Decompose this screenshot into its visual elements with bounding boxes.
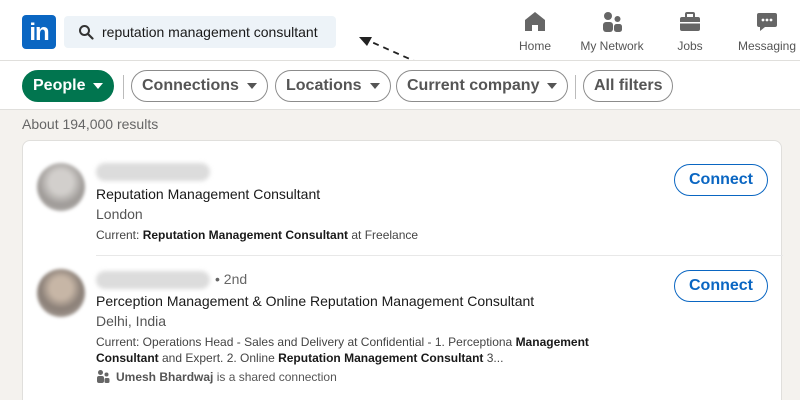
current-suffix: at Freelance (348, 228, 419, 242)
avatar[interactable] (37, 163, 85, 211)
connect-button[interactable]: Connect (674, 270, 768, 302)
filter-connections[interactable]: Connections (131, 70, 268, 102)
current-prefix: Current: (96, 228, 143, 242)
search-query: reputation management consultant (102, 24, 318, 40)
nav-home-label: Home (518, 39, 551, 53)
nav-my-network[interactable]: My Network (577, 10, 647, 53)
current-highlight: Consultant (96, 351, 159, 365)
top-nav-bar: in reputation management consultant Home… (0, 0, 800, 73)
nav-jobs[interactable]: Jobs (673, 10, 707, 53)
nav-jobs-label: Jobs (677, 39, 703, 53)
current-highlight: Reputation Management Consultant (278, 351, 484, 365)
filter-current-company-label: Current company (407, 77, 540, 94)
filter-current-company[interactable]: Current company (396, 70, 569, 102)
connection-degree: • 2nd (215, 271, 248, 287)
chevron-down-icon (246, 82, 257, 89)
nav-messaging-label: Messaging (737, 39, 797, 53)
all-filters-button[interactable]: All filters (583, 70, 674, 102)
results-count: About 194,000 results (22, 116, 159, 132)
nav-home[interactable]: Home (516, 10, 554, 53)
filter-connections-label: Connections (142, 77, 239, 94)
result-location: London (96, 206, 143, 222)
result-headline: Reputation Management Consultant (96, 186, 321, 202)
filter-people-label: People (33, 77, 86, 94)
divider (123, 75, 124, 99)
connect-button[interactable]: Connect (674, 164, 768, 196)
shared-connection-text: is a shared connection (213, 370, 337, 384)
result-item[interactable]: Reputation Management Consultant London … (23, 141, 783, 255)
blurred-name[interactable] (96, 163, 210, 181)
result-current-position: Current: Reputation Management Consultan… (96, 227, 418, 243)
linkedin-logo[interactable]: in (22, 15, 56, 49)
search-input[interactable]: reputation management consultant (64, 16, 336, 48)
all-filters-label: All filters (594, 77, 663, 94)
avatar[interactable] (37, 269, 85, 317)
briefcase-icon (680, 12, 700, 31)
chevron-down-icon (93, 82, 104, 89)
current-highlight: Reputation Management Consultant (142, 228, 349, 242)
filter-people[interactable]: People (22, 70, 115, 102)
result-headline: Perception Management & Online Reputatio… (96, 293, 535, 309)
divider (575, 75, 576, 99)
people-icon (97, 370, 110, 383)
chevron-down-icon (369, 82, 380, 89)
result-item[interactable]: • 2nd Perception Management & Online Rep… (23, 256, 783, 400)
filter-locations[interactable]: Locations (275, 70, 391, 102)
nav-my-network-label: My Network (580, 39, 644, 53)
current-prefix: Current: Operations Head - Sales and Del… (96, 335, 516, 349)
chevron-down-icon (547, 82, 558, 89)
result-location: Delhi, India (96, 313, 167, 329)
network-icon (603, 12, 622, 32)
shared-connection-name[interactable]: Umesh Bhardwaj (116, 370, 213, 384)
home-icon (525, 12, 545, 31)
shared-connection[interactable]: Umesh Bhardwaj is a shared connection (96, 369, 337, 384)
nav-messaging[interactable]: Messaging (736, 10, 798, 53)
result-current-position: Current: Operations Head - Sales and Del… (96, 334, 616, 366)
current-end: 3... (483, 351, 504, 365)
blurred-name[interactable] (96, 271, 210, 289)
search-filters-bar: People Connections Locations Current com… (0, 60, 800, 110)
search-results-list: Reputation Management Consultant London … (22, 140, 783, 400)
current-middle: and Expert. 2. Online (158, 351, 279, 365)
search-icon (79, 25, 94, 40)
messaging-icon (757, 13, 777, 31)
current-highlight: Management (515, 335, 589, 349)
filter-locations-label: Locations (286, 77, 362, 94)
